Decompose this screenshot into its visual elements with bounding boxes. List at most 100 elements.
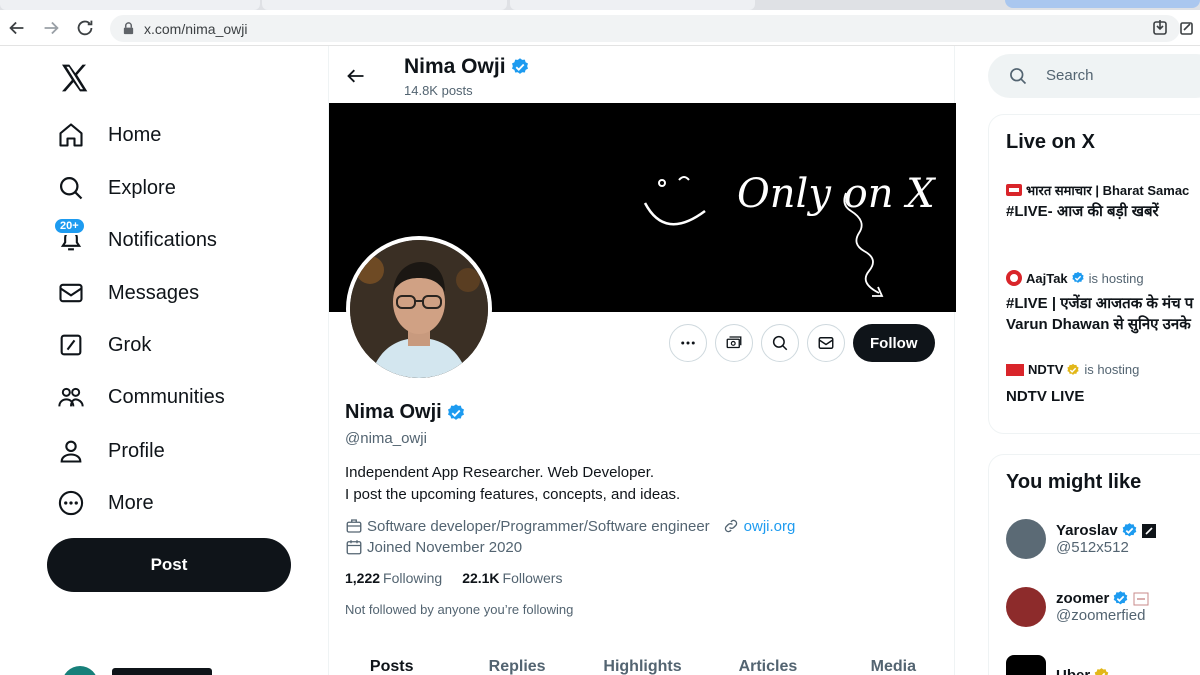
browser-tab[interactable] xyxy=(0,0,260,10)
profile-column: Nima Owji 14.8K posts Only on X Follow N… xyxy=(328,46,956,675)
followers-label: Followers xyxy=(502,570,563,586)
nav-item-profile[interactable]: Profile xyxy=(56,428,165,474)
subscribe-button[interactable] xyxy=(715,324,753,362)
suggested-user-name-text: Yaroslav xyxy=(1056,522,1118,539)
site-info-icon[interactable] xyxy=(122,22,135,35)
url-text[interactable]: x.com/nima_owji xyxy=(144,21,247,37)
browser-tab[interactable] xyxy=(262,0,507,10)
suggested-user[interactable]: zoomer @zoomerfied xyxy=(1006,587,1149,627)
suggested-user-name: Uber xyxy=(1056,667,1110,675)
search-icon xyxy=(1010,68,1027,85)
back-arrow-icon[interactable] xyxy=(346,66,366,86)
bio-line: Independent App Researcher. Web Develope… xyxy=(345,464,655,481)
account-name[interactable] xyxy=(112,668,212,675)
people-icon xyxy=(56,382,86,412)
suggested-user[interactable]: Uber xyxy=(1006,655,1110,675)
live-host-suffix: is hosting xyxy=(1088,270,1144,286)
affiliate-badge-icon xyxy=(1141,523,1156,538)
address-bar[interactable]: x.com/nima_owji xyxy=(110,15,1180,42)
nav-item-home[interactable]: Home xyxy=(56,112,161,158)
verified-badge-icon xyxy=(1114,591,1128,605)
suggested-user-name-text: Uber xyxy=(1056,666,1091,675)
banner-text: Only on X xyxy=(737,171,935,217)
ellipsis-icon xyxy=(681,341,695,345)
header-name-text: Nima Owji xyxy=(404,55,506,78)
briefcase-icon xyxy=(346,519,362,533)
live-host[interactable]: AajTak is hosting xyxy=(1006,270,1144,286)
verified-badge-icon[interactable] xyxy=(510,57,530,77)
nav-item-messages[interactable]: Messages xyxy=(56,270,199,316)
profile-avatar[interactable] xyxy=(346,236,492,382)
nav-item-more[interactable]: More xyxy=(56,480,154,526)
search-box[interactable]: Search xyxy=(988,54,1200,98)
more-options-button[interactable] xyxy=(669,324,707,362)
person-icon xyxy=(56,436,86,466)
browser-actions-icon[interactable] xyxy=(1150,17,1200,39)
post-button[interactable]: Post xyxy=(47,538,291,592)
gold-verified-badge-icon xyxy=(1067,363,1079,375)
tab-posts[interactable]: Posts xyxy=(329,650,454,675)
following-link[interactable]: 1,222 Following xyxy=(345,570,442,586)
aajtak-logo-icon xyxy=(1006,270,1022,286)
search-posts-button[interactable] xyxy=(761,324,799,362)
avatar[interactable] xyxy=(1006,587,1046,627)
link-icon xyxy=(724,519,737,533)
search-input[interactable]: Search xyxy=(1046,67,1094,84)
reload-icon[interactable] xyxy=(74,17,96,39)
suggested-user-handle: @512x512 xyxy=(1056,539,1129,556)
live-host-name: AajTak xyxy=(1026,270,1068,286)
live-title[interactable]: #LIVE | एजेंडा आजतक के मंच प xyxy=(1006,293,1193,314)
message-button[interactable] xyxy=(807,324,845,362)
suggested-user-name: zoomer xyxy=(1056,590,1149,607)
suggested-user-name: Yaroslav xyxy=(1056,522,1156,539)
affiliate-badge-icon xyxy=(1133,592,1149,605)
live-title[interactable]: #LIVE- आज की बड़ी खबरें xyxy=(1006,201,1159,222)
tab-articles[interactable]: Articles xyxy=(705,650,830,675)
live-host-name: भारत समाचार | Bharat Samac xyxy=(1026,183,1190,198)
suggested-user-handle: @zoomerfied xyxy=(1056,607,1146,624)
x-logo-icon[interactable] xyxy=(57,62,91,94)
live-title[interactable]: NDTV LIVE xyxy=(1006,386,1084,407)
forward-icon[interactable] xyxy=(40,17,62,39)
live-host[interactable]: NDTV is hosting xyxy=(1006,362,1139,377)
avatar[interactable] xyxy=(1006,519,1046,559)
nav-label: More xyxy=(108,491,154,514)
not-followed-note: Not followed by anyone you’re following xyxy=(345,602,574,617)
notification-badge: 20+ xyxy=(53,217,86,235)
grok-icon xyxy=(56,330,86,360)
account-avatar[interactable] xyxy=(62,666,98,675)
verified-badge-icon xyxy=(1122,523,1137,537)
back-icon[interactable] xyxy=(6,17,28,39)
nav-label: Explore xyxy=(108,176,176,199)
ndtv-logo-icon xyxy=(1006,363,1024,376)
header-name: Nima Owji xyxy=(404,55,530,79)
live-title-line2[interactable]: Varun Dhawan से सुनिए उनके xyxy=(1006,314,1191,335)
left-navigation: Home Explore 20+ Notifications Messages … xyxy=(0,46,328,675)
browser-tab[interactable] xyxy=(510,0,755,10)
avatar[interactable] xyxy=(1006,655,1046,675)
nav-item-grok[interactable]: Grok xyxy=(56,322,151,368)
right-sidebar: Search Live on X भारत समाचार | Bharat Sa… xyxy=(955,46,1200,675)
bharat-samachar-logo-icon xyxy=(1006,184,1022,196)
profile-actions: Follow xyxy=(669,324,935,362)
nav-item-explore[interactable]: Explore xyxy=(56,165,176,211)
verified-badge-icon[interactable] xyxy=(446,403,466,423)
live-on-x-panel: Live on X भारत समाचार | Bharat Samac #LI… xyxy=(988,114,1200,434)
bell-icon: 20+ xyxy=(53,217,86,255)
browser-tab-active[interactable] xyxy=(1005,0,1200,8)
tab-replies[interactable]: Replies xyxy=(454,650,579,675)
live-host[interactable]: भारत समाचार | Bharat Samac xyxy=(1006,181,1192,199)
nav-item-notifications[interactable]: 20+ Notifications xyxy=(53,217,217,263)
profile-website-link[interactable]: owji.org xyxy=(744,518,796,535)
tab-highlights[interactable]: Highlights xyxy=(580,650,705,675)
profile-tabs: Posts Replies Highlights Articles Media xyxy=(329,650,956,675)
followers-link[interactable]: 22.1K Followers xyxy=(462,570,562,586)
tab-media[interactable]: Media xyxy=(831,650,956,675)
follow-button[interactable]: Follow xyxy=(853,324,935,362)
more-circle-icon xyxy=(56,488,86,518)
following-count: 1,222 xyxy=(345,570,381,586)
suggested-user[interactable]: Yaroslav @512x512 xyxy=(1006,519,1156,559)
you-might-like-panel: You might like Yaroslav @512x512 zoomer xyxy=(988,454,1200,675)
nav-item-communities[interactable]: Communities xyxy=(56,374,225,420)
live-host-suffix: is hosting xyxy=(1084,362,1140,377)
